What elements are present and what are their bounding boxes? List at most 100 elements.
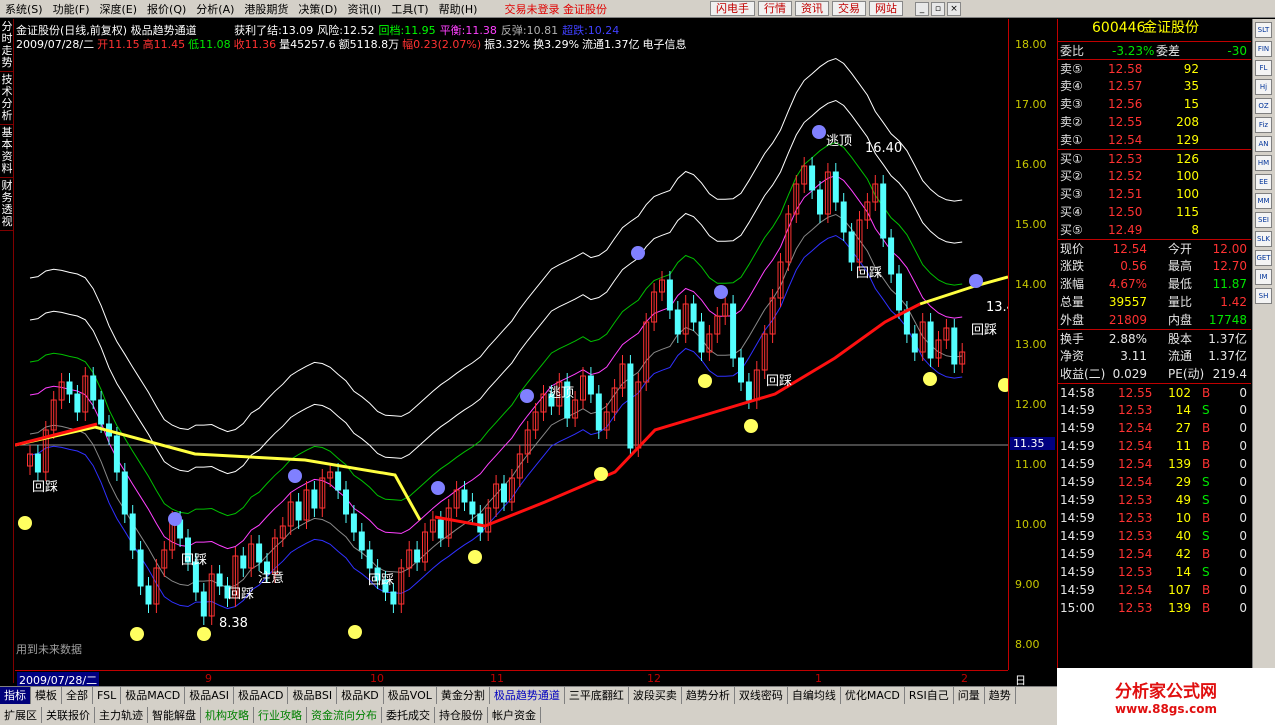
indicator-tab[interactable]: 趋势分析 [682,687,735,704]
menu-item-9[interactable]: 帮助(H) [434,1,483,17]
bid-label: 买⑤ [1060,223,1083,237]
left-nav-item-1[interactable]: 技术分析 [0,72,14,125]
kline-chart[interactable]: 逃顶逃顶16.40回踩回踩回踩回踩回踩注意13.48.38回踩回踩用到未来数据 [14,19,1015,670]
tool-icon[interactable]: SLK [1255,231,1272,247]
bid-volume: 8 [1191,223,1199,237]
tool-icon[interactable]: Hj [1255,79,1272,95]
ask-volume: 92 [1183,62,1199,76]
ask-volume: 129 [1176,133,1199,147]
ask-volume: 208 [1176,115,1199,129]
indicator-tab[interactable]: 极品MACD [121,687,186,704]
candle-body [98,399,105,425]
bottom-item[interactable]: 资金流向分布 [307,706,382,723]
window-controls: _ ▫ × [913,1,961,16]
trade-row: 14:59 12.54 27 B 0 [1058,419,1251,437]
indicator-tab[interactable]: 波段买卖 [629,687,682,704]
bid-price: 12.49 [1108,223,1143,237]
candle-body [66,381,73,395]
menu-item-8[interactable]: 工具(T) [386,1,433,17]
minimize-button[interactable]: _ [914,1,929,16]
ask-price: 12.58 [1108,62,1143,76]
trade-volume: 11 [1175,439,1191,453]
indicator-tab[interactable]: 问量 [954,687,985,704]
indicator-tab[interactable]: RSI自己 [905,687,954,704]
chart-annotation: 回踩 [32,480,58,495]
tool-icon[interactable]: EE [1255,174,1272,190]
menu-item-6[interactable]: 决策(D) [293,1,342,17]
tool-icon[interactable]: FIN [1255,41,1272,57]
toolbar-button-3[interactable]: 交易 [831,1,866,16]
indicator-tab[interactable]: 全部 [62,687,93,704]
menu-item-5[interactable]: 港股期货 [239,1,293,17]
menu-item-0[interactable]: 系统(S) [0,1,48,17]
bottom-item[interactable]: 关联报价 [42,706,95,723]
indicator-tab[interactable]: 黄金分割 [437,687,490,704]
candle-body [477,513,484,533]
bottom-item[interactable]: 行业攻略 [254,706,307,723]
bottom-item[interactable]: 持仓股份 [435,706,488,723]
indicator-tab[interactable]: 指标 [0,687,31,704]
indicator-tab[interactable]: FSL [93,687,122,704]
indicator-tab[interactable]: 极品ASI [185,687,234,704]
bottom-item[interactable]: 委托成交 [382,706,435,723]
toolbar-button-4[interactable]: 网站 [868,1,903,16]
bid-row: 买① 12.53 126 [1058,149,1251,167]
indicator-tab[interactable]: 极品VOL [384,687,437,704]
toolbar-button-0[interactable]: 闪电手 [709,1,755,16]
candle-body [461,489,468,503]
indicator-tab[interactable]: 自编均线 [788,687,841,704]
sad-face-icon [631,246,645,260]
trade-count: 0 [1239,565,1247,579]
tool-icon[interactable]: OZ [1255,98,1272,114]
indicator-tab[interactable]: 极品ACD [234,687,289,704]
menu-item-4[interactable]: 分析(A) [191,1,239,17]
menu-item-1[interactable]: 功能(F) [48,1,95,17]
left-nav-item-0[interactable]: 分时走势 [0,19,14,72]
indicator-tab[interactable]: 三平底翻红 [565,687,629,704]
logo-title: 分析家公式网 [1115,682,1217,702]
tool-icon[interactable]: GET [1255,250,1272,266]
indicator-tab[interactable]: 双线密码 [735,687,788,704]
bottom-item[interactable]: 扩展区 [0,706,42,723]
tool-icon[interactable]: AN [1255,136,1272,152]
toolbar-button-1[interactable]: 行情 [757,1,792,16]
indicator-tab[interactable]: 极品KD [337,687,384,704]
tool-icon[interactable]: Fiz [1255,117,1272,133]
tool-icon[interactable]: FL [1255,60,1272,76]
ask-price: 12.57 [1108,79,1143,93]
menu-item-2[interactable]: 深度(E) [95,1,143,17]
bottom-item[interactable]: 智能解盘 [148,706,201,723]
trade-time: 14:59 [1060,439,1095,453]
menu-item-7[interactable]: 资讯(I) [342,1,386,17]
stat-label: 内盘 [1168,313,1193,327]
indicator-tab[interactable]: 模板 [31,687,62,704]
tool-icon[interactable]: SLT [1255,22,1272,38]
indicator-tab[interactable]: 极品BSI [288,687,338,704]
left-nav-item-2[interactable]: 基本资料 [0,125,14,178]
bottom-item[interactable]: 机构攻略 [201,706,254,723]
stat-label: 最低 [1168,277,1193,291]
trade-side: S [1202,565,1210,579]
menu-item-3[interactable]: 报价(Q) [142,1,191,17]
close-button[interactable]: × [946,1,961,16]
tool-icon[interactable]: SEI [1255,212,1272,228]
kline-chart-svg: 逃顶逃顶16.40回踩回踩回踩回踩回踩注意13.48.38回踩回踩用到未来数据 [14,57,1015,656]
indicator-tab[interactable]: 极品趋势通道 [490,687,565,704]
indicator-tab[interactable]: 优化MACD [841,687,905,704]
toolbar-button-2[interactable]: 资讯 [794,1,829,16]
trade-row: 14:59 12.53 14 S 0 [1058,401,1251,419]
indicator-tab[interactable]: 趋势 [985,687,1016,704]
bottom-item[interactable]: 主力轨迹 [95,706,148,723]
bottom-bar: 扩展区 关联报价 主力轨迹 智能解盘 机构攻略 行业攻略 资金流向分布 委托成交 持仓股份 帐户资… [0,704,1057,725]
tool-icon[interactable]: HM [1255,155,1272,171]
restore-button[interactable]: ▫ [930,1,945,16]
tool-icon[interactable]: MM [1255,193,1272,209]
trade-row: 15:00 12.53 139 B 0 [1058,599,1251,617]
left-nav-item-3[interactable]: 财务透视 [0,178,14,231]
bottom-item[interactable]: 帐户资金 [488,706,541,723]
info-field-7: 幅0.23(2.07%) [402,38,482,51]
month-tick: 2 [961,672,968,685]
candle-body [335,471,342,491]
tool-icon[interactable]: IM [1255,269,1272,285]
tool-icon[interactable]: SH [1255,288,1272,304]
